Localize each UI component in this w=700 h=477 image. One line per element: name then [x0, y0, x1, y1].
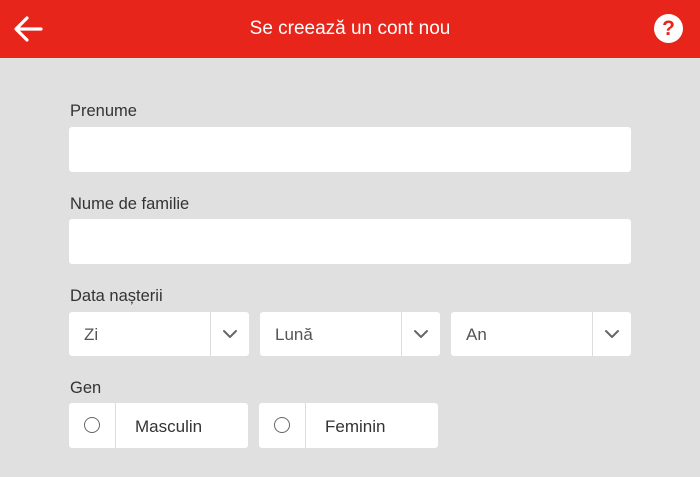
- last-name-input[interactable]: [69, 219, 631, 264]
- chevron-down-icon: [414, 330, 428, 338]
- select-divider: [210, 312, 211, 356]
- first-name-input[interactable]: [69, 127, 631, 172]
- radio-divider: [305, 403, 306, 448]
- gender-label: Gen: [70, 379, 102, 397]
- radio-circle-icon[interactable]: [274, 417, 290, 433]
- select-divider: [401, 312, 402, 356]
- help-button[interactable]: ?: [654, 14, 683, 43]
- last-name-label: Nume de familie: [70, 195, 190, 213]
- radio-divider: [115, 403, 116, 448]
- birth-year-value: An: [466, 325, 487, 344]
- birth-month-value: Lună: [275, 325, 313, 344]
- select-divider: [592, 312, 593, 356]
- birth-year-select[interactable]: An: [451, 312, 631, 356]
- gender-option-male[interactable]: Masculin: [69, 403, 248, 448]
- gender-option-female[interactable]: Feminin: [259, 403, 438, 448]
- gender-option-label: Masculin: [135, 417, 203, 436]
- page-title: Se creează un cont nou: [249, 18, 451, 39]
- radio-circle-icon[interactable]: [84, 417, 100, 433]
- birth-date-label: Data nașterii: [70, 287, 163, 305]
- birth-month-select[interactable]: Lună: [260, 312, 440, 356]
- birth-day-value: Zi: [84, 325, 99, 344]
- question-mark-icon: ?: [662, 17, 675, 40]
- first-name-label: Prenume: [70, 102, 137, 120]
- chevron-down-icon: [223, 330, 237, 338]
- birth-day-select[interactable]: Zi: [69, 312, 249, 356]
- gender-option-label: Feminin: [325, 417, 386, 436]
- app-header: Se creează un cont nou ?: [0, 0, 700, 58]
- chevron-down-icon: [605, 330, 619, 338]
